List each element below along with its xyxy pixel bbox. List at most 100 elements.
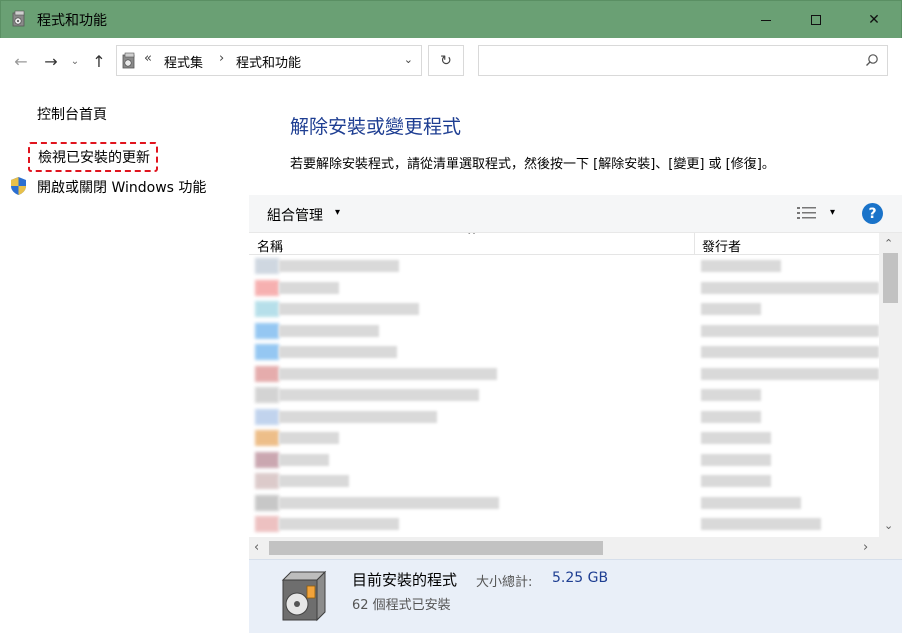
total-size-value: 5.25 GB [552, 570, 609, 586]
table-row[interactable] [249, 320, 879, 342]
program-icon [255, 387, 279, 403]
uac-shield-icon [11, 177, 26, 195]
program-icon [255, 344, 279, 360]
vertical-scrollbar[interactable]: ⌃ ⌄ [879, 233, 902, 537]
column-divider[interactable] [694, 233, 695, 255]
maximize-button[interactable] [793, 1, 839, 39]
program-publisher-redacted [701, 453, 771, 466]
program-name-redacted [279, 518, 399, 530]
scroll-down-icon[interactable]: ⌄ [884, 519, 893, 532]
title-bar: 程式和功能 ✕ [0, 0, 902, 38]
address-overflow-icon[interactable]: « [144, 51, 152, 66]
tasks-pane: 控制台首頁 檢視已安裝的更新 開啟或關閉 Windows 功能 [0, 84, 249, 633]
table-row[interactable] [249, 449, 879, 471]
program-publisher-redacted [701, 410, 761, 423]
program-name-redacted [279, 475, 349, 487]
programs-list: 名稱 ^ 發行者 ⌃ ⌄ ‹ › [249, 233, 902, 559]
scrollbar-corner [879, 537, 902, 559]
table-row[interactable] [249, 427, 879, 449]
page-title: 解除安裝或變更程式 [290, 116, 462, 138]
minimize-icon [761, 19, 771, 21]
program-icon [255, 279, 279, 296]
recent-locations-button[interactable]: ⌄ [68, 50, 82, 72]
scroll-up-icon[interactable]: ⌃ [884, 237, 893, 250]
table-row[interactable] [249, 255, 879, 277]
table-row[interactable] [249, 513, 879, 535]
program-icon [255, 322, 279, 339]
arrow-up-icon: ↑ [92, 51, 106, 71]
view-installed-updates-link[interactable]: 檢視已安裝的更新 [28, 142, 158, 172]
program-publisher-redacted [701, 389, 761, 401]
vertical-scroll-thumb[interactable] [883, 253, 898, 303]
table-row[interactable] [249, 363, 879, 385]
search-input[interactable] [479, 46, 849, 75]
horizontal-scroll-thumb[interactable] [269, 541, 603, 555]
table-row[interactable] [249, 298, 879, 320]
program-publisher-redacted [701, 346, 879, 358]
view-options-dropdown-icon[interactable]: ▾ [830, 207, 835, 218]
close-icon: ✕ [868, 12, 880, 28]
minimize-button[interactable] [743, 1, 789, 39]
horizontal-scrollbar[interactable]: ‹ › [249, 537, 879, 559]
program-name-redacted [279, 303, 419, 315]
control-panel-home-link[interactable]: 控制台首頁 [37, 104, 107, 124]
program-publisher-redacted [701, 475, 771, 487]
program-icon [255, 494, 279, 511]
organize-button[interactable]: 組合管理 [267, 205, 323, 225]
program-name-redacted [279, 346, 397, 358]
forward-button[interactable]: → [40, 50, 62, 72]
program-publisher-redacted [701, 432, 771, 444]
program-icon [255, 408, 279, 425]
table-row[interactable] [249, 277, 879, 299]
program-name-redacted [279, 410, 437, 423]
help-button[interactable]: ? [862, 203, 883, 224]
address-dropdown-icon[interactable]: ⌄ [404, 53, 413, 66]
program-publisher-redacted [701, 518, 821, 530]
column-header-row: 名稱 ^ 發行者 [249, 233, 879, 255]
table-row[interactable] [249, 470, 879, 492]
total-size-label: 大小總計: [476, 575, 533, 590]
instructions-text: 若要解除安裝程式，請從清單選取程式，然後按一下 [解除安裝]、[變更] 或 [修… [290, 157, 775, 172]
program-icon [255, 301, 279, 317]
organize-dropdown-icon[interactable]: ▾ [335, 207, 340, 218]
column-header-publisher[interactable]: 發行者 [702, 236, 741, 255]
details-title: 目前安裝的程式 [352, 571, 458, 589]
address-bar[interactable]: « 程式集 › 程式和功能 ⌄ [116, 45, 422, 76]
details-view-icon[interactable] [797, 206, 817, 220]
program-icon [255, 430, 279, 446]
navigation-bar: ← → ⌄ ↑ « 程式集 › 程式和功能 ⌄ ↻ [0, 38, 902, 84]
search-box[interactable] [478, 45, 888, 76]
scroll-right-icon[interactable]: › [863, 540, 868, 555]
program-name-redacted [279, 281, 339, 294]
breadcrumb-programs-features[interactable]: 程式和功能 [236, 52, 301, 71]
search-icon[interactable] [865, 53, 879, 67]
maximize-icon [811, 15, 821, 25]
table-row[interactable] [249, 384, 879, 406]
program-publisher-redacted [701, 303, 761, 315]
program-name-redacted [279, 453, 329, 466]
program-name-redacted [279, 260, 399, 272]
refresh-button[interactable]: ↻ [428, 45, 464, 76]
sort-ascending-icon: ^ [467, 233, 477, 242]
table-row[interactable] [249, 406, 879, 428]
program-name-redacted [279, 496, 499, 509]
list-toolbar: 組合管理 ▾ ▾ ? [249, 195, 902, 233]
program-icon [255, 516, 279, 532]
table-row[interactable] [249, 492, 879, 514]
breadcrumb-separator-icon[interactable]: › [219, 51, 224, 66]
close-button[interactable]: ✕ [851, 1, 897, 39]
details-pane: 目前安裝的程式 大小總計: 5.25 GB 62 個程式已安裝 [249, 559, 902, 633]
arrow-left-icon: ← [14, 51, 28, 71]
program-name-redacted [279, 367, 497, 380]
programs-features-icon [122, 52, 135, 69]
back-button[interactable]: ← [10, 50, 32, 72]
refresh-icon: ↻ [440, 52, 452, 69]
scroll-left-icon[interactable]: ‹ [254, 540, 259, 555]
program-icon [255, 473, 279, 489]
table-row[interactable] [249, 341, 879, 363]
up-button[interactable]: ↑ [88, 50, 110, 72]
turn-windows-features-link[interactable]: 開啟或關閉 Windows 功能 [37, 177, 206, 197]
breadcrumb-programs[interactable]: 程式集 [164, 52, 203, 71]
arrow-right-icon: → [44, 51, 58, 71]
column-header-name[interactable]: 名稱 [257, 236, 283, 255]
